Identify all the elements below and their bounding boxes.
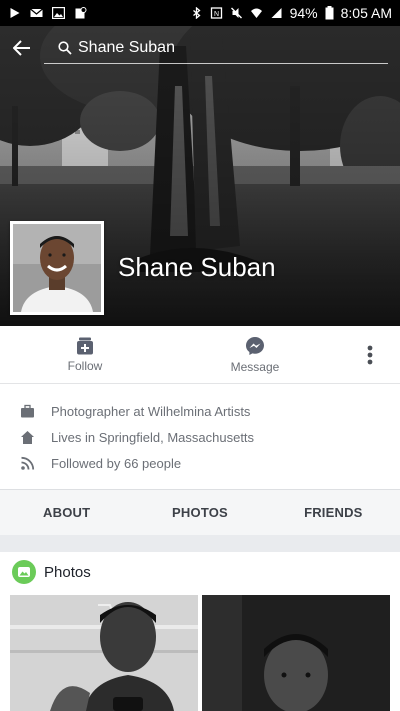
- tab-friends[interactable]: FRIENDS: [267, 505, 400, 520]
- battery-icon: [325, 6, 334, 20]
- briefcase-icon: [21, 404, 34, 417]
- info-followers-text: Followed by 66 people: [51, 455, 182, 471]
- profile-tabs: ABOUT PHOTOS FRIENDS: [0, 489, 400, 535]
- play-icon: [10, 8, 20, 18]
- photos-icon: [12, 560, 36, 584]
- rss-icon: [21, 456, 35, 470]
- profile-name: Shane Suban: [118, 252, 276, 282]
- message-button[interactable]: Message: [170, 336, 340, 374]
- search-text: Shane Suban: [78, 38, 175, 56]
- follow-icon: [77, 337, 93, 354]
- wifi-icon: [250, 8, 262, 18]
- more-options-button[interactable]: [340, 345, 400, 365]
- photo-image: [10, 595, 198, 711]
- photos-header[interactable]: Photos: [0, 552, 400, 592]
- profile-picture[interactable]: [10, 221, 104, 315]
- mail-icon: [30, 8, 43, 17]
- profile-page: N 94% 8:05 AM Shane Suban Shane Suban Fo…: [0, 0, 400, 711]
- profile-actions: Follow Message: [0, 326, 400, 384]
- tab-about[interactable]: ABOUT: [0, 505, 133, 520]
- back-button[interactable]: [0, 26, 44, 70]
- photos-title: Photos: [44, 563, 91, 581]
- photo-grid: [10, 595, 390, 711]
- follow-label: Follow: [67, 358, 103, 373]
- profile-info: Photographer at Wilhelmina Artists Lives…: [0, 384, 400, 489]
- info-row-work[interactable]: Photographer at Wilhelmina Artists: [0, 398, 400, 424]
- photo-thumbnail[interactable]: [202, 595, 390, 711]
- status-bar: N 94% 8:05 AM: [0, 0, 400, 26]
- messenger-icon: [246, 336, 264, 355]
- info-location-text: Lives in Springfield, Massachusetts: [51, 429, 255, 445]
- clipboard-icon: [75, 7, 87, 19]
- tab-photos[interactable]: PHOTOS: [133, 505, 266, 520]
- follow-button[interactable]: Follow: [0, 337, 170, 373]
- svg-text:N: N: [214, 11, 219, 18]
- info-work-text: Photographer at Wilhelmina Artists: [51, 403, 251, 419]
- search-icon: [58, 40, 72, 55]
- back-arrow-icon: [13, 40, 30, 56]
- photo-image: [202, 595, 390, 711]
- home-icon: [21, 430, 34, 444]
- signal-icon: [271, 8, 282, 18]
- info-row-followers[interactable]: Followed by 66 people: [0, 450, 400, 476]
- more-vertical-icon: [367, 345, 373, 364]
- photos-section: Photos: [0, 552, 400, 711]
- message-label: Message: [230, 359, 280, 374]
- mute-icon: [230, 7, 242, 19]
- nfc-icon: N: [210, 7, 222, 19]
- battery-percent: 94%: [289, 5, 318, 21]
- notification-icons: [8, 7, 87, 19]
- avatar-image: [13, 224, 101, 312]
- search-field[interactable]: Shane Suban: [44, 32, 388, 64]
- status-time: 8:05 AM: [340, 5, 392, 21]
- top-bar: Shane Suban: [0, 26, 400, 70]
- image-icon: [52, 7, 65, 19]
- system-icons: N 94% 8:05 AM: [190, 5, 392, 21]
- info-row-location[interactable]: Lives in Springfield, Massachusetts: [0, 424, 400, 450]
- bluetooth-icon: [192, 7, 201, 19]
- photo-thumbnail[interactable]: [10, 595, 198, 711]
